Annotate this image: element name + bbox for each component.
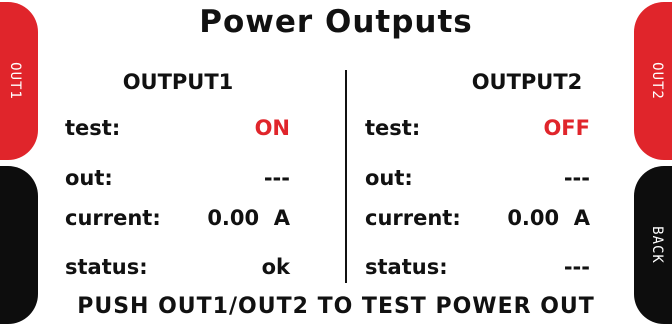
output1-status-label: status:: [65, 255, 148, 279]
output1-current-label: current:: [65, 206, 161, 230]
output2-out-label: out:: [365, 166, 413, 190]
footer-instruction: PUSH OUT1/OUT2 TO TEST POWER OUT: [77, 294, 595, 319]
output1-status-value: ok: [261, 255, 290, 279]
output2-test-label: test:: [365, 116, 421, 140]
power-outputs-screen: OUT1 OUT2 BACK Power Outputs OUTPUT1 OUT…: [0, 0, 672, 324]
output2-header: OUTPUT2: [471, 70, 583, 94]
output1-out-label: out:: [65, 166, 113, 190]
output2-status-value: ---: [563, 255, 590, 279]
output1-out-value: ---: [263, 166, 290, 190]
out1-button-label: OUT1: [7, 62, 23, 100]
output1-header: OUTPUT1: [122, 70, 234, 94]
output1-current-value: 0.00 A: [207, 206, 290, 230]
back-button-label: BACK: [649, 226, 665, 264]
column-divider: [345, 70, 347, 283]
out2-button-label: OUT2: [649, 62, 665, 100]
output2-test-value: OFF: [543, 116, 590, 140]
page-title: Power Outputs: [199, 4, 473, 40]
output2-current-label: current:: [365, 206, 461, 230]
output1-test-label: test:: [65, 116, 121, 140]
output1-test-value: ON: [254, 116, 290, 140]
output2-status-label: status:: [365, 255, 448, 279]
output2-out-value: ---: [563, 166, 590, 190]
output2-current-value: 0.00 A: [507, 206, 590, 230]
